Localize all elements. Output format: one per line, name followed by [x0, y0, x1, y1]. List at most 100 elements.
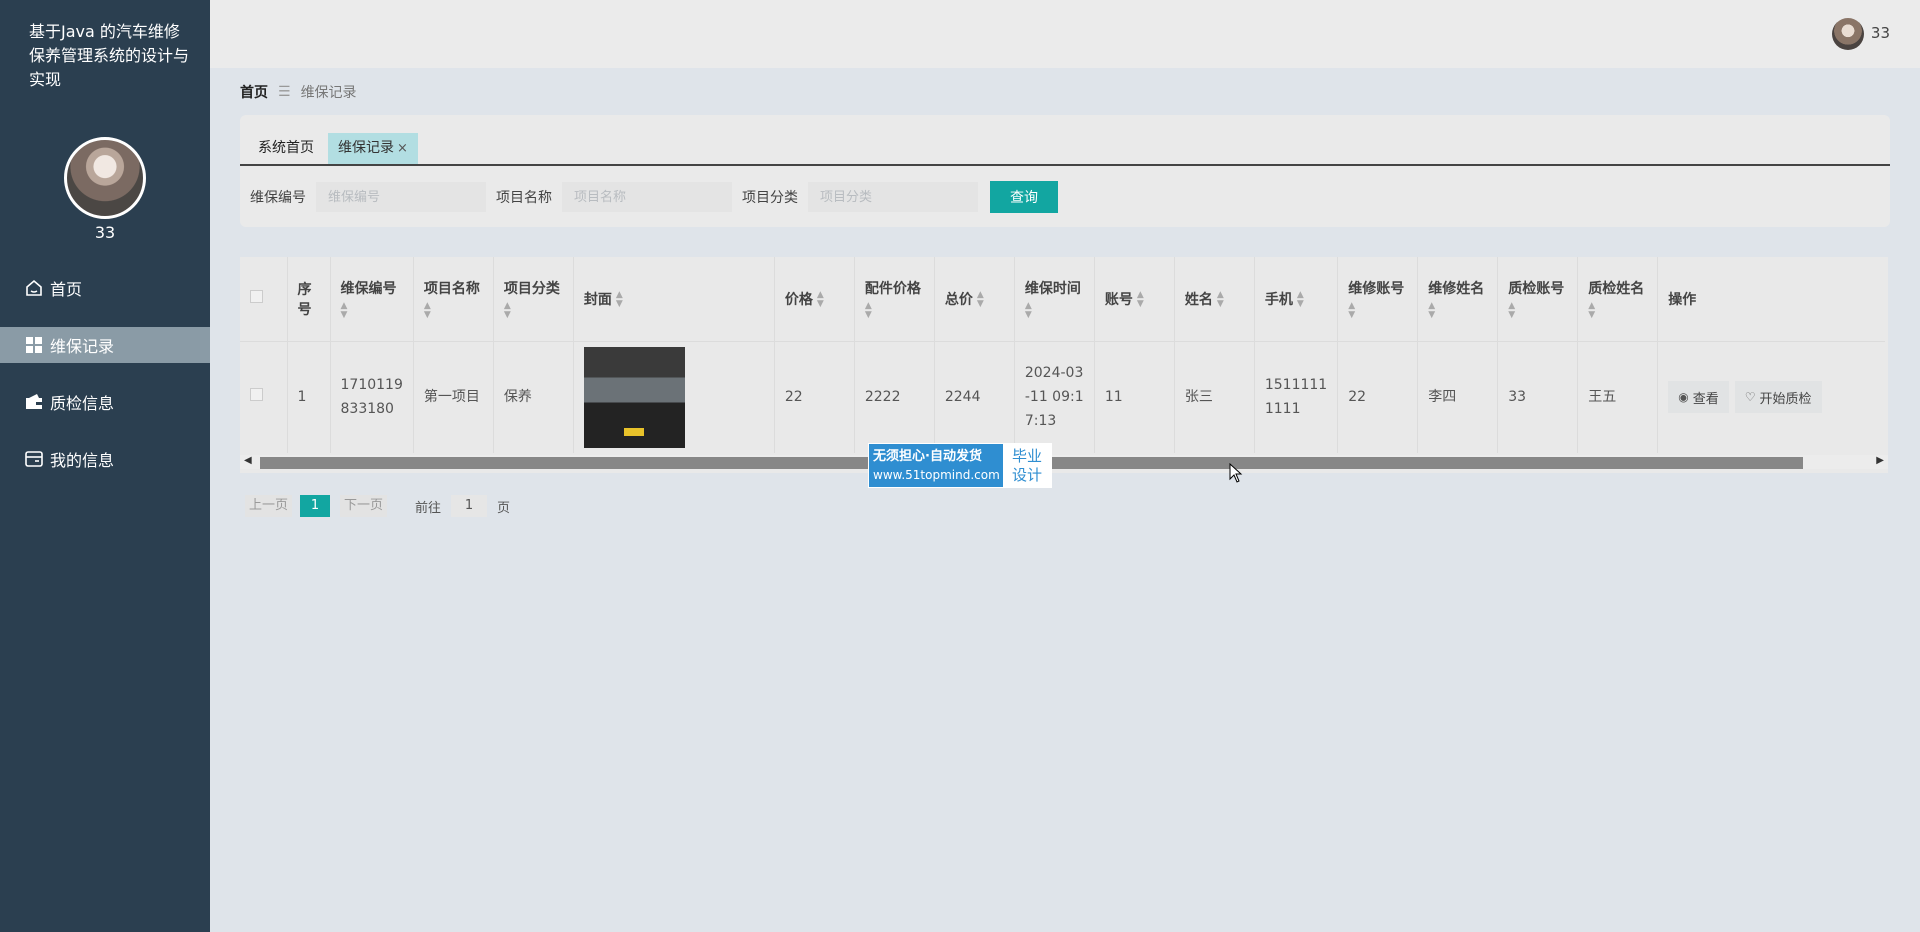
- home-icon: [24, 278, 44, 298]
- sidebar-username: 33: [94, 223, 116, 242]
- watermark-right1: 毕业: [1011, 447, 1042, 465]
- sort-icon[interactable]: ▲ ▼: [977, 290, 984, 309]
- column-header[interactable]: 手机 ▲ ▼: [1254, 257, 1339, 342]
- sort-icon[interactable]: ▲ ▼: [1025, 301, 1084, 320]
- cell-category: 保养: [493, 341, 574, 453]
- app-title: 基于Java 的汽车维修保养管理系统的设计与实现: [29, 22, 190, 89]
- cell-time: 2024-03 -11 09:1 7:13: [1014, 341, 1095, 453]
- column-header[interactable]: 项目分类 ▲ ▼: [493, 257, 574, 342]
- watermark-text: 无须担心·自动发货 www.51topmind.com: [869, 444, 1003, 487]
- watermark-line1: 无须担心·自动发货: [873, 449, 982, 464]
- column-header: 序号: [287, 257, 331, 342]
- breadcrumb: 首页 ☰ 维保记录: [240, 82, 357, 102]
- row-checkbox[interactable]: [250, 388, 263, 402]
- breadcrumb-separator-icon: ☰: [278, 84, 291, 100]
- view-button[interactable]: ◉ 查看: [1668, 381, 1729, 414]
- tab-maintenance-records[interactable]: 维保记录 ×: [328, 133, 418, 164]
- button-label: 查看: [1692, 391, 1719, 407]
- cell-actions: ◉ 查看 ♡ 开始质检: [1658, 341, 1885, 453]
- header-select-all[interactable]: [240, 257, 288, 342]
- sort-icon[interactable]: ▲ ▼: [1297, 290, 1304, 309]
- close-icon[interactable]: ×: [397, 141, 408, 156]
- column-header[interactable]: 姓名 ▲ ▼: [1174, 257, 1255, 342]
- sort-icon[interactable]: ▲ ▼: [424, 301, 483, 320]
- cell-qc-account: 33: [1497, 341, 1579, 453]
- sort-icon[interactable]: ▲ ▼: [1428, 301, 1487, 320]
- sidebar-item-maintenance-records[interactable]: 维保记录: [0, 327, 210, 363]
- cell-qc-name: 王五: [1577, 341, 1659, 453]
- sort-icon[interactable]: ▲ ▼: [341, 301, 403, 320]
- cell-name: 张三: [1174, 341, 1255, 453]
- sidebar-item-my-info[interactable]: 我的信息: [0, 441, 210, 477]
- goto-page-input[interactable]: 1: [451, 495, 488, 517]
- sidebar-item-label: 维保记录: [50, 337, 115, 356]
- cell-account: 11: [1094, 341, 1175, 453]
- table-row: 1 1710119 833180 第一项目 保养 22 2222 2244 202…: [240, 341, 1885, 453]
- cell-repair-account: 22: [1337, 341, 1419, 453]
- sidebar: 基于Java 的汽车维修保养管理系统的设计与实现 33 首页 维保记录 质检信息: [0, 0, 210, 932]
- header-username[interactable]: 33: [1871, 24, 1890, 42]
- watermark-badge[interactable]: 无须担心·自动发货 www.51topmind.com 毕业 设计: [868, 443, 1052, 488]
- cover-image[interactable]: [583, 346, 685, 448]
- header-avatar[interactable]: [1832, 18, 1864, 50]
- column-header[interactable]: 维修账号 ▲ ▼: [1337, 257, 1419, 342]
- watermark-side: 毕业 设计: [1003, 444, 1051, 487]
- select-all-checkbox[interactable]: [250, 290, 263, 304]
- next-page-button[interactable]: 下一页: [340, 495, 388, 517]
- prev-page-button[interactable]: 上一页: [245, 495, 293, 517]
- sidebar-nav: 首页 维保记录 质检信息 我的信息: [0, 270, 210, 498]
- sort-icon[interactable]: ▲ ▼: [1137, 290, 1144, 309]
- button-label: 开始质检: [1759, 391, 1812, 407]
- sort-icon[interactable]: ▲ ▼: [1217, 290, 1224, 309]
- search-input-project[interactable]: [562, 182, 732, 212]
- search-input-category[interactable]: [808, 182, 978, 212]
- top-header: 33: [210, 0, 1920, 68]
- column-header[interactable]: 总价 ▲ ▼: [934, 257, 1015, 342]
- sidebar-item-label: 首页: [50, 280, 83, 299]
- column-header[interactable]: 价格 ▲ ▼: [774, 257, 855, 342]
- cell-project: 第一项目: [413, 341, 494, 453]
- mouse-cursor-icon: [1229, 463, 1243, 483]
- sort-icon[interactable]: ▲ ▼: [616, 290, 623, 309]
- sidebar-item-quality-inspection[interactable]: 质检信息: [0, 384, 210, 420]
- sort-icon[interactable]: ▲ ▼: [1588, 301, 1647, 320]
- sort-icon[interactable]: ▲ ▼: [504, 301, 563, 320]
- column-header[interactable]: 项目名称 ▲ ▼: [413, 257, 494, 342]
- column-header[interactable]: 维修姓名 ▲ ▼: [1417, 257, 1499, 342]
- records-table: 序号 维保编号 ▲ ▼ 项目名称 ▲ ▼ 项目分类 ▲ ▼ 封面 ▲ ▼ 价格 ▲ ▼ 配件价格 ▲ ▼…: [240, 257, 1888, 473]
- sidebar-item-home[interactable]: 首页: [0, 270, 210, 306]
- search-input-code[interactable]: [316, 182, 486, 212]
- scroll-right-icon[interactable]: ▶: [1876, 455, 1884, 466]
- sidebar-avatar[interactable]: [64, 137, 146, 219]
- row-select[interactable]: [240, 341, 288, 453]
- cell-cover: [573, 341, 775, 453]
- query-button[interactable]: 查询: [990, 181, 1058, 213]
- breadcrumb-home[interactable]: 首页: [240, 82, 268, 102]
- column-header[interactable]: 封面 ▲ ▼: [573, 257, 775, 342]
- sort-icon[interactable]: ▲ ▼: [1348, 301, 1407, 320]
- cell-price: 22: [774, 341, 855, 453]
- cell-parts-price: 2222: [854, 341, 935, 453]
- tab-label: 维保记录: [338, 140, 394, 156]
- table-header-row: 序号 维保编号 ▲ ▼ 项目名称 ▲ ▼ 项目分类 ▲ ▼ 封面 ▲ ▼ 价格 ▲ ▼ 配件价格 ▲ ▼…: [240, 257, 1885, 342]
- sort-icon[interactable]: ▲ ▼: [1508, 301, 1567, 320]
- column-header[interactable]: 配件价格 ▲ ▼: [854, 257, 935, 342]
- tab-system-home[interactable]: 系统首页: [248, 133, 324, 164]
- column-header[interactable]: 质检账号 ▲ ▼: [1497, 257, 1579, 342]
- eye-icon: ◉: [1678, 390, 1689, 405]
- scroll-left-icon[interactable]: ◀: [244, 455, 252, 466]
- column-header[interactable]: 维保时间 ▲ ▼: [1014, 257, 1095, 342]
- horizontal-scrollbar[interactable]: ◀ ▶: [240, 455, 1888, 469]
- page-number-current[interactable]: 1: [300, 495, 331, 517]
- column-header[interactable]: 质检姓名 ▲ ▼: [1577, 257, 1659, 342]
- sort-icon[interactable]: ▲ ▼: [865, 301, 924, 320]
- sort-icon[interactable]: ▲ ▼: [817, 290, 824, 309]
- goto-label: 前往: [415, 500, 442, 516]
- watermark-url: www.51topmind.com: [873, 468, 1000, 482]
- column-header[interactable]: 账号 ▲ ▼: [1094, 257, 1175, 342]
- breadcrumb-current: 维保记录: [300, 85, 357, 101]
- start-qc-button[interactable]: ♡ 开始质检: [1734, 381, 1822, 414]
- column-header[interactable]: 维保编号 ▲ ▼: [330, 257, 414, 342]
- cell-phone: 1511111 1111: [1254, 341, 1339, 453]
- wallet-icon: [24, 392, 44, 412]
